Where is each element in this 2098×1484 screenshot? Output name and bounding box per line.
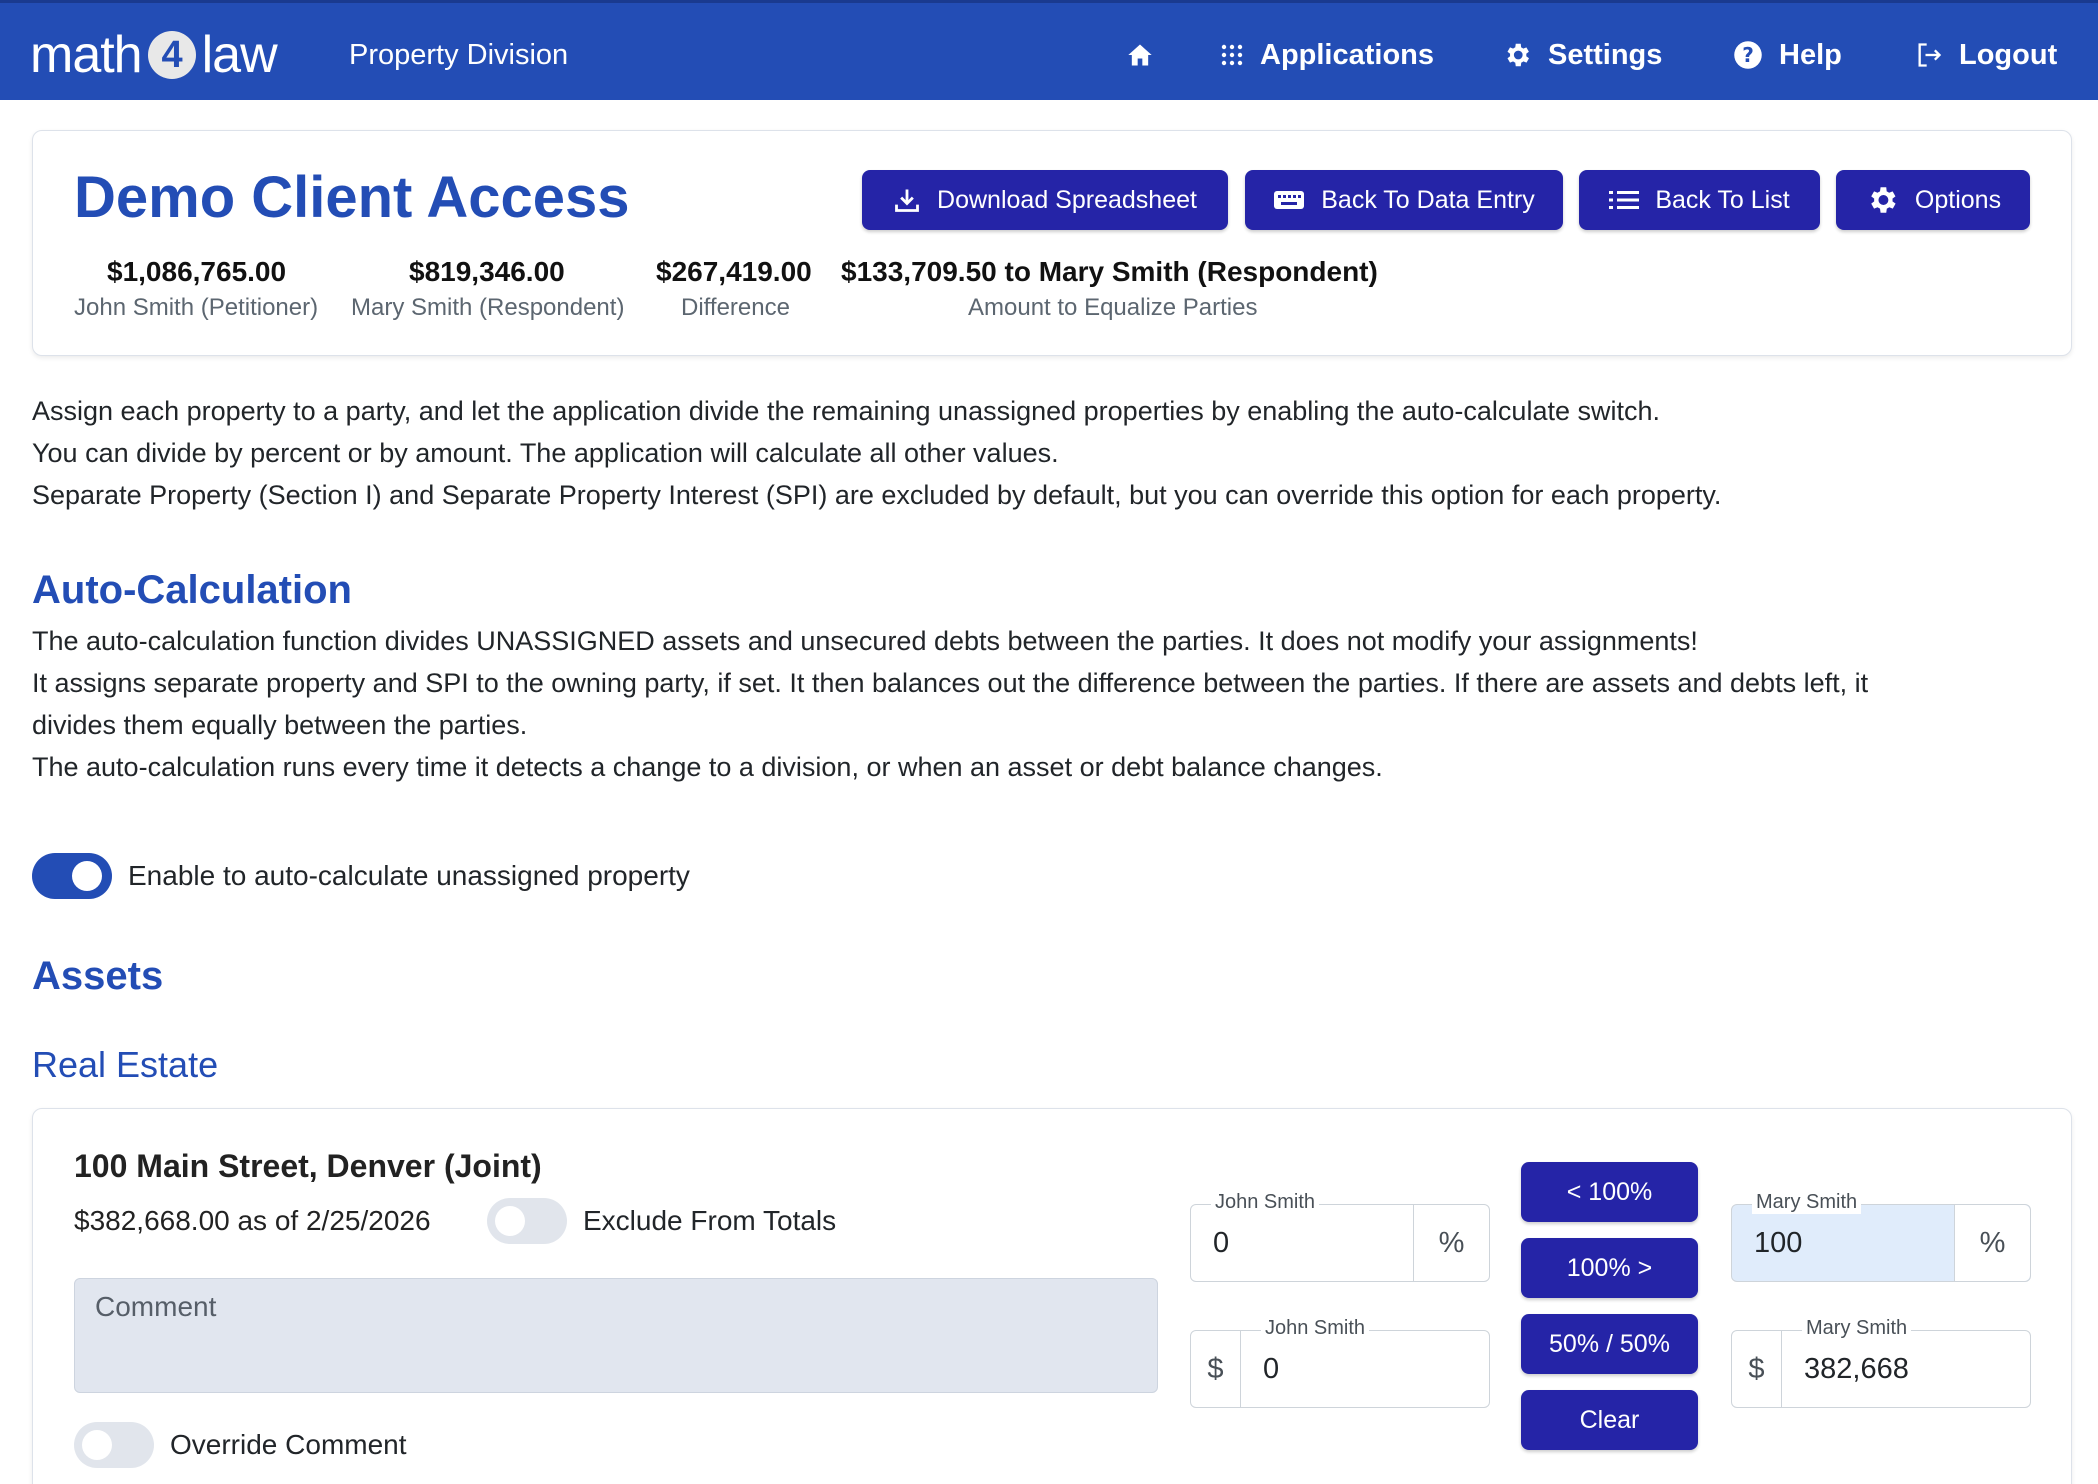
assign-right-100-button[interactable]: 100% > xyxy=(1521,1238,1698,1298)
comment-field[interactable]: Comment xyxy=(74,1278,1158,1393)
auto-calculate-toggle-label: Enable to auto-calculate unassigned prop… xyxy=(128,860,690,891)
equalize-amount: $133,709.50 to Mary Smith (Respondent) xyxy=(841,256,1378,287)
nav-logout[interactable]: Logout xyxy=(1915,33,2057,77)
back-to-data-entry-button[interactable]: Back To Data Entry xyxy=(1245,170,1563,230)
download-icon xyxy=(895,189,919,212)
assign-left-100-button[interactable]: < 100% xyxy=(1521,1162,1698,1222)
respondent-total: $819,346.00 xyxy=(409,256,565,287)
property-value: $382,668.00 as of 2/25/2026 xyxy=(74,1205,431,1236)
dollar-addon: $ xyxy=(1191,1331,1241,1407)
difference-label: Difference xyxy=(681,294,790,321)
auto-calculate-toggle[interactable] xyxy=(32,853,112,899)
split-50-50-button[interactable]: 50% / 50% xyxy=(1521,1314,1698,1374)
list-icon xyxy=(1609,191,1640,209)
property-title: 100 Main Street, Denver (Joint) xyxy=(74,1148,542,1184)
override-comment-label: Override Comment xyxy=(170,1429,407,1460)
question-circle-icon: ? xyxy=(1734,41,1762,69)
percent-addon: % xyxy=(1413,1205,1489,1281)
equalize-label: Amount to Equalize Parties xyxy=(968,294,1258,321)
top-navbar: math 4 law Property Division Application… xyxy=(0,0,2098,100)
john-percent-field[interactable]: John Smith 0 % xyxy=(1190,1191,1490,1282)
auto-calculation-description: The auto-calculation function divides UN… xyxy=(32,626,1869,782)
home-icon xyxy=(1128,44,1152,66)
nav-help-label: Help xyxy=(1779,38,1842,71)
keyboard-icon xyxy=(1274,191,1305,209)
mary-percent-field[interactable]: Mary Smith 100 % xyxy=(1731,1191,2031,1282)
brand-logo[interactable]: math 4 law xyxy=(30,25,278,85)
division-label[interactable]: Property Division xyxy=(349,39,568,72)
gear-icon xyxy=(1507,43,1529,67)
exclude-from-totals-toggle[interactable] xyxy=(487,1198,567,1244)
grid-icon xyxy=(1221,44,1243,66)
page-title: Demo Client Access xyxy=(74,165,630,230)
download-spreadsheet-button[interactable]: Download Spreadsheet xyxy=(862,170,1228,230)
override-comment-toggle[interactable] xyxy=(74,1422,154,1468)
percent-addon: % xyxy=(1954,1205,2030,1281)
nav-settings-label: Settings xyxy=(1548,38,1663,71)
nav-help[interactable]: ? Help xyxy=(1733,33,1842,77)
nav-logout-label: Logout xyxy=(1959,38,2058,71)
auto-calculation-heading: Auto-Calculation xyxy=(32,568,352,612)
nav-applications-label: Applications xyxy=(1260,38,1435,71)
petitioner-label: John Smith (Petitioner) xyxy=(74,294,319,321)
exclude-from-totals-label: Exclude From Totals xyxy=(583,1205,837,1236)
home-link[interactable] xyxy=(1126,33,1170,77)
real-estate-heading: Real Estate xyxy=(32,1044,219,1085)
intro-text: Assign each property to a party, and let… xyxy=(32,396,1722,510)
john-amount-field[interactable]: $ John Smith 0 xyxy=(1190,1317,1490,1408)
difference-value: $267,419.00 xyxy=(656,256,812,287)
respondent-label: Mary Smith (Respondent) xyxy=(351,294,625,321)
options-button[interactable]: Options xyxy=(1836,170,2030,230)
svg-text:?: ? xyxy=(1742,43,1754,67)
gear-icon xyxy=(1871,187,1896,213)
nav-settings[interactable]: Settings xyxy=(1502,33,1662,77)
logout-icon xyxy=(1918,43,1942,67)
mary-amount-field[interactable]: $ Mary Smith 382,668 xyxy=(1731,1317,2031,1408)
dollar-addon: $ xyxy=(1732,1331,1782,1407)
assets-heading: Assets xyxy=(32,954,164,998)
back-to-list-button[interactable]: Back To List xyxy=(1579,170,1820,230)
nav-applications[interactable]: Applications xyxy=(1220,33,1434,77)
clear-button[interactable]: Clear xyxy=(1521,1390,1698,1450)
petitioner-total: $1,086,765.00 xyxy=(107,256,287,287)
